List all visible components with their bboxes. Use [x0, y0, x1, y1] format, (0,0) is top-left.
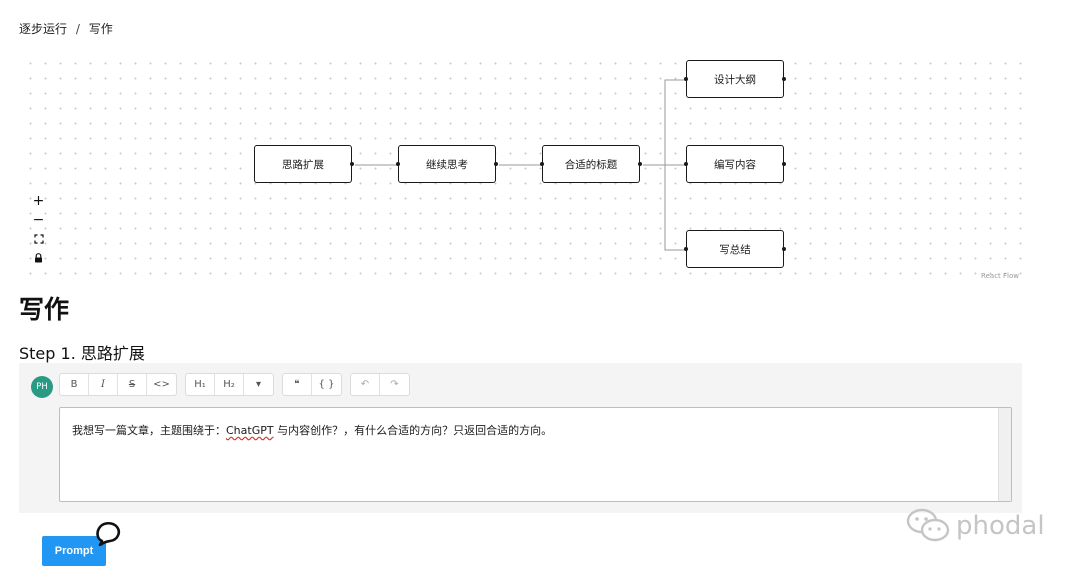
node-handle[interactable] [782, 247, 786, 251]
breadcrumb-separator: / [75, 22, 80, 36]
flow-node-continue-thinking[interactable]: 继续思考 [396, 145, 498, 183]
node-handle[interactable] [396, 162, 400, 166]
heading-1-icon: H₁ [194, 378, 206, 390]
history-group: ↶ ↷ [350, 372, 410, 396]
code-block-icon: { } [318, 378, 335, 390]
undo-button[interactable]: ↶ [351, 373, 380, 395]
more-headings-dropdown[interactable]: ▾ [244, 374, 273, 395]
node-label: 合适的标题 [564, 158, 618, 171]
node-handle[interactable] [684, 162, 688, 166]
quote-icon: ❝ [294, 378, 300, 390]
breadcrumb-current: 写作 [88, 22, 113, 36]
zoom-out-icon: − [32, 211, 45, 228]
watermark-text: phodal [956, 511, 1045, 541]
bold-button[interactable]: B [60, 373, 89, 395]
react-flow-attribution[interactable]: React Flow [981, 272, 1019, 280]
flow-node-suitable-title[interactable]: 合适的标题 [540, 145, 642, 183]
breadcrumb-parent[interactable]: 逐步运行 [19, 22, 67, 36]
node-handle[interactable] [684, 77, 688, 81]
node-label: 继续思考 [426, 158, 468, 171]
italic-icon: I [101, 378, 105, 390]
strikethrough-button[interactable]: S [118, 373, 147, 395]
code-icon: <> [153, 378, 170, 390]
heading-group: H₁ H₂ ▾ [185, 372, 274, 396]
format-group: B I S <> [59, 372, 177, 396]
node-label: 思路扩展 [282, 158, 324, 171]
redo-button[interactable]: ↷ [380, 374, 409, 395]
page-title: 写作 [19, 295, 70, 324]
heading-1-button[interactable]: H₁ [186, 373, 215, 395]
code-block-button[interactable]: { } [312, 374, 341, 395]
flow-node-write-summary[interactable]: 写总结 [684, 230, 786, 268]
undo-icon: ↶ [360, 378, 370, 390]
italic-button[interactable]: I [89, 373, 118, 395]
heading-2-button[interactable]: H₂ [215, 373, 244, 395]
flow-node-idea-expansion[interactable]: 思路扩展 [254, 145, 354, 183]
editor-text-highlight: ChatGPT [226, 424, 274, 437]
avatar: PH [31, 376, 53, 398]
node-handle[interactable] [494, 162, 498, 166]
chat-bubble-icon[interactable] [94, 520, 122, 546]
avatar-initials: PH [36, 382, 48, 392]
node-label: 编写内容 [714, 158, 756, 171]
fit-view-button[interactable] [29, 229, 48, 248]
zoom-out-button[interactable]: − [29, 210, 48, 229]
flow-canvas[interactable]: 思路扩展 继续思考 合适的标题 设计大纲 编写内容 写总结 + − React … [19, 50, 1022, 280]
flow-node-write-content[interactable]: 编写内容 [684, 145, 786, 183]
breadcrumb: 逐步运行 / 写作 [19, 20, 113, 37]
inline-code-button[interactable]: <> [147, 374, 176, 395]
wechat-icon [906, 508, 950, 542]
lock-button[interactable] [29, 248, 48, 267]
edge-n3-n6 [643, 164, 685, 251]
flow-node-design-outline[interactable]: 设计大纲 [684, 60, 786, 98]
node-handle[interactable] [540, 162, 544, 166]
prompt-editor[interactable]: 我想写一篇文章，主题围绕于：ChatGPT 与内容创作？，有什么合适的方向？只返… [59, 407, 1012, 502]
strikethrough-icon: S [128, 378, 136, 390]
chevron-down-icon: ▾ [255, 378, 262, 390]
node-handle[interactable] [350, 162, 354, 166]
flow-edges [355, 79, 685, 251]
watermark: phodal [905, 508, 1045, 544]
bold-icon: B [70, 378, 78, 390]
node-label: 写总结 [719, 243, 751, 256]
edge-n3-n4 [643, 79, 685, 166]
node-handle[interactable] [782, 77, 786, 81]
node-label: 设计大纲 [714, 73, 756, 86]
node-handle[interactable] [638, 162, 642, 166]
editor-text-after: 与内容创作？，有什么合适的方向？只返回合适的方向。 [273, 424, 553, 437]
zoom-in-icon: + [32, 192, 45, 209]
block-group: ❝ { } [282, 372, 342, 396]
editor-toolbar: B I S <> H₁ H₂ ▾ ❝ {} ↶ ↷ [59, 372, 418, 396]
editor-panel: PH B I S <> H₁ H₂ ▾ ❝ {} ↶ ↷ 我想写一篇文章，主题… [19, 363, 1022, 513]
node-handle[interactable] [782, 162, 786, 166]
fit-view-icon [33, 233, 44, 244]
blockquote-button[interactable]: ❝ [283, 373, 312, 395]
editor-text-before: 我想写一篇文章，主题围绕于： [72, 424, 226, 437]
heading-2-icon: H₂ [223, 378, 235, 390]
zoom-in-button[interactable]: + [29, 191, 48, 210]
node-handle[interactable] [684, 247, 688, 251]
flow-controls: + − [29, 191, 48, 267]
lock-icon [35, 252, 42, 262]
prompt-button-label: Prompt [54, 545, 94, 557]
redo-icon: ↷ [390, 378, 399, 390]
step-title: Step 1. 思路扩展 [19, 344, 145, 363]
editor-scrollbar[interactable] [998, 408, 1011, 501]
